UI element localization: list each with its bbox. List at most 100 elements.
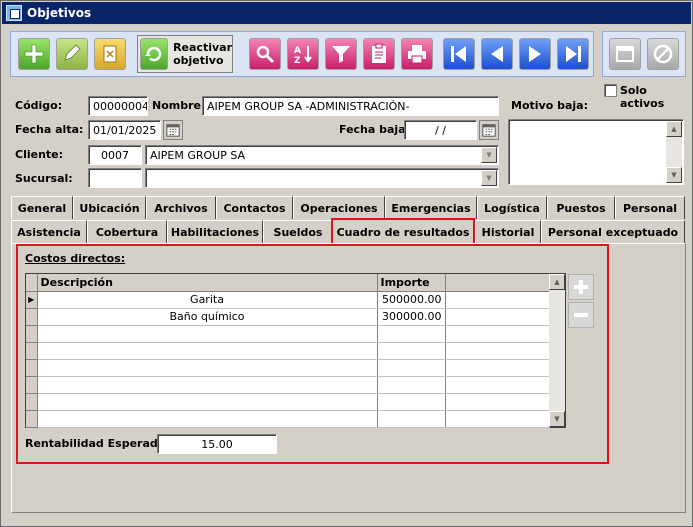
table-row[interactable]: Baño químico 300000.00	[26, 308, 550, 326]
cell-empty	[445, 291, 550, 309]
table-row[interactable]	[26, 359, 550, 377]
calendar-icon	[166, 124, 180, 137]
cancel-icon	[653, 44, 673, 64]
tab-personal-exceptuado[interactable]: Personal exceptuado	[541, 220, 685, 243]
cell-importe[interactable]	[377, 342, 446, 360]
cell-descripcion[interactable]	[37, 376, 378, 394]
costos-directos-title: Costos directos:	[25, 252, 126, 265]
last-record-icon	[566, 46, 581, 62]
table-row[interactable]	[26, 410, 550, 428]
table-row[interactable]	[26, 376, 550, 394]
tab-historial[interactable]: Historial	[475, 220, 541, 243]
cliente-name-dropdown[interactable]: AIPEM GROUP SA	[145, 145, 499, 165]
cell-importe[interactable]	[377, 359, 446, 377]
tab-emergencias[interactable]: Emergencias	[385, 196, 477, 219]
add-row-button[interactable]	[568, 274, 594, 300]
cell-importe[interactable]: 300000.00	[377, 308, 446, 326]
cell-descripcion[interactable]: Garita	[37, 291, 378, 309]
costos-grid[interactable]: Descripción Importe ▶ Garita 500000.00 B…	[25, 273, 566, 428]
grid-scrollbar[interactable]: ▲ ▼	[549, 274, 565, 427]
table-row[interactable]	[26, 342, 550, 360]
motivo-baja-textarea[interactable]	[508, 119, 684, 185]
nombre-label: Nombre:	[152, 99, 206, 112]
tab-cobertura[interactable]: Cobertura	[87, 220, 167, 243]
col-descripcion-header[interactable]: Descripción	[37, 274, 378, 292]
cell-importe[interactable]: 500000.00	[377, 291, 446, 309]
first-record-icon	[451, 46, 466, 62]
tab-sueldos[interactable]: Sueldos	[263, 220, 333, 243]
next-record-button[interactable]	[519, 38, 551, 70]
grid-scroll-up[interactable]: ▲	[549, 274, 565, 290]
nombre-field[interactable]: AIPEM GROUP SA -ADMINISTRACIÓN-	[202, 96, 499, 116]
codigo-label: Código:	[15, 99, 63, 112]
table-row[interactable]: ▶ Garita 500000.00	[26, 291, 550, 309]
cell-descripcion[interactable]	[37, 410, 378, 428]
tab-puestos[interactable]: Puestos	[547, 196, 615, 219]
motivo-scrollbar[interactable]: ▲ ▼	[666, 121, 682, 183]
cliente-dropdown-arrow[interactable]: ▼	[481, 147, 497, 163]
calendar-icon	[482, 124, 496, 137]
window-icon	[616, 46, 634, 62]
remove-row-button[interactable]	[568, 302, 594, 328]
fecha-baja-calendar-button[interactable]	[479, 120, 499, 140]
search-icon	[256, 45, 275, 64]
print-button[interactable]	[401, 38, 433, 70]
cell-empty	[445, 342, 550, 360]
reactivar-objetivo-button[interactable]: Reactivar objetivo	[137, 35, 233, 73]
fecha-baja-field[interactable]: / /	[404, 120, 477, 140]
cell-importe[interactable]	[377, 393, 446, 411]
tab-general[interactable]: General	[11, 196, 73, 219]
tab-personal[interactable]: Personal	[615, 196, 685, 219]
fecha-alta-calendar-button[interactable]	[163, 120, 183, 140]
sort-button[interactable]: AZ	[287, 38, 319, 70]
tab-contactos[interactable]: Contactos	[216, 196, 293, 219]
app-icon	[6, 5, 22, 21]
tab-cuadro-de-resultados[interactable]: Cuadro de resultados	[331, 218, 475, 244]
fecha-alta-field[interactable]: 01/01/2025	[88, 120, 161, 140]
edit-button[interactable]	[56, 38, 88, 70]
first-record-button[interactable]	[443, 38, 475, 70]
objetivos-window: Objetivos Reactivar objetivo AZ Solo act…	[0, 0, 693, 527]
motivo-scroll-down[interactable]: ▼	[666, 167, 682, 183]
title-bar[interactable]: Objetivos	[2, 2, 691, 24]
cell-descripcion[interactable]	[37, 342, 378, 360]
tab-operaciones[interactable]: Operaciones	[293, 196, 385, 219]
filter-button[interactable]	[325, 38, 357, 70]
window-title: Objetivos	[27, 6, 92, 20]
reactivar-label: Reactivar objetivo	[173, 41, 232, 67]
cell-importe[interactable]	[377, 325, 446, 343]
table-row[interactable]	[26, 393, 550, 411]
codigo-field[interactable]: 00000004	[88, 96, 148, 116]
delete-button[interactable]	[94, 38, 126, 70]
search-button[interactable]	[249, 38, 281, 70]
rentabilidad-field[interactable]: 15.00	[157, 434, 277, 454]
sucursal-label: Sucursal:	[15, 172, 73, 185]
sucursal-name-dropdown[interactable]	[145, 168, 499, 188]
window-button[interactable]	[609, 38, 641, 70]
cell-descripcion[interactable]	[37, 325, 378, 343]
tab-archivos[interactable]: Archivos	[146, 196, 216, 219]
cliente-code-field[interactable]: 0007	[88, 145, 142, 165]
tab-asistencia[interactable]: Asistencia	[11, 220, 87, 243]
sucursal-code-field[interactable]	[88, 168, 142, 188]
cell-descripcion[interactable]	[37, 359, 378, 377]
col-importe-header[interactable]: Importe	[377, 274, 446, 292]
cell-importe[interactable]	[377, 376, 446, 394]
solo-activos-checkbox[interactable]	[604, 84, 617, 97]
table-row[interactable]	[26, 325, 550, 343]
cell-descripcion[interactable]: Baño químico	[37, 308, 378, 326]
clipboard-button[interactable]	[363, 38, 395, 70]
tab-logistica[interactable]: Logística	[477, 196, 547, 219]
add-button[interactable]	[18, 38, 50, 70]
last-record-button[interactable]	[557, 38, 589, 70]
cell-importe[interactable]	[377, 410, 446, 428]
cell-descripcion[interactable]	[37, 393, 378, 411]
grid-scroll-down[interactable]: ▼	[549, 411, 565, 427]
tab-habilitaciones[interactable]: Habilitaciones	[167, 220, 263, 243]
previous-record-button[interactable]	[481, 38, 513, 70]
sucursal-dropdown-arrow[interactable]: ▼	[481, 170, 497, 186]
cancel-button[interactable]	[647, 38, 679, 70]
row-indicator	[26, 393, 38, 411]
tab-ubicacion[interactable]: Ubicación	[73, 196, 146, 219]
motivo-scroll-up[interactable]: ▲	[666, 121, 682, 137]
